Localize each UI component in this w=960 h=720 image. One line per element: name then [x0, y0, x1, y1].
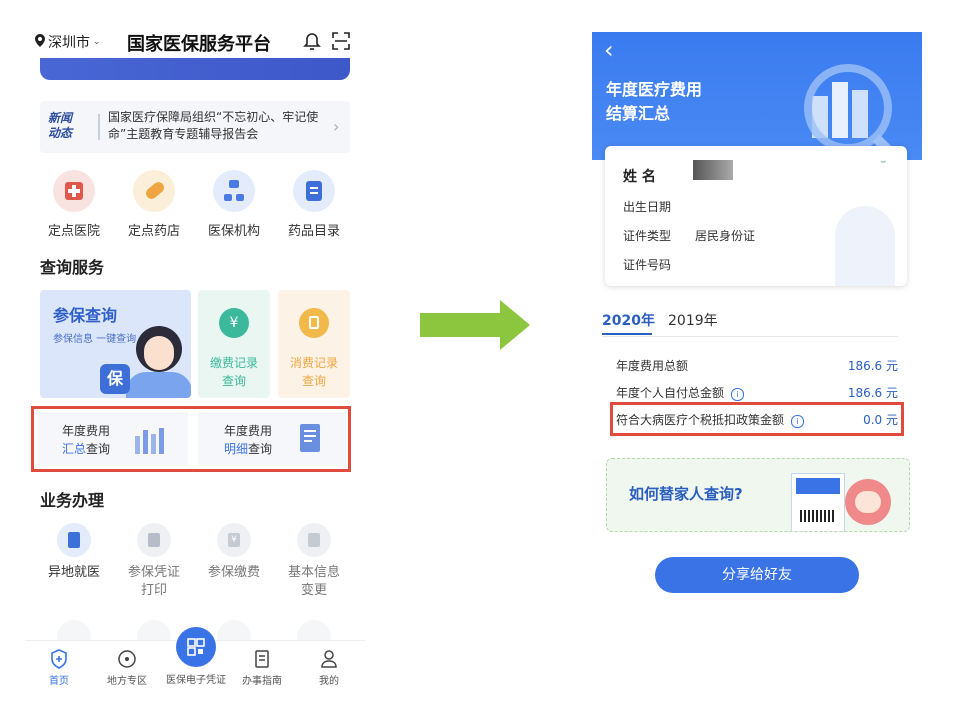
biz-section-title: 业务办理 — [40, 491, 105, 510]
bar-chart-icon — [132, 424, 166, 460]
chevron-right-icon: › — [333, 117, 340, 136]
compass-icon — [97, 649, 157, 672]
print-icon — [137, 523, 171, 557]
biz-label: 参保缴费 — [207, 565, 260, 580]
app-title: 国家医保服务平台 — [127, 34, 271, 55]
clipboard-icon — [296, 422, 324, 460]
summary-header: ‹ 年度医疗费用 结算汇总 — [592, 32, 922, 162]
yen-card-icon: ¥ — [217, 523, 251, 557]
document-icon — [293, 170, 335, 212]
id-type-value: 居民身份证 — [695, 229, 756, 243]
biz-label: 参保凭证 打印 — [127, 565, 180, 598]
quick-label: 定点药店 — [127, 224, 180, 239]
biz-label: 异地就医 — [47, 565, 100, 580]
annual-summary-card[interactable]: 年度费用 汇总查询 — [38, 412, 188, 466]
info-icon[interactable]: i — [730, 388, 744, 401]
bottom-tab-bar: 首页 地方专区 医保电子凭证 办事指南 我的 — [25, 627, 365, 692]
quick-item-pharmacy[interactable]: 定点药店 — [119, 170, 189, 239]
consume-records-label: 消费记录 查询 — [289, 356, 338, 388]
quick-item-agency[interactable]: 医保机构 — [199, 170, 269, 239]
scan-icon[interactable] — [332, 32, 352, 52]
bell-icon[interactable] — [303, 32, 323, 52]
news-divider — [98, 114, 100, 140]
home-shield-icon — [29, 649, 89, 672]
quick-label: 药品目录 — [287, 224, 340, 239]
qr-code-icon[interactable] — [176, 627, 216, 667]
avatar-face — [144, 336, 174, 370]
news-tag: 新闻 动态 — [48, 111, 73, 140]
tab-home[interactable]: 首页 — [29, 649, 89, 687]
back-arrow-icon[interactable]: ‹ — [604, 36, 614, 64]
avatar-body — [126, 372, 191, 398]
location-pin-icon — [35, 33, 45, 51]
family-query-banner[interactable]: 如何替家人查询? — [606, 458, 910, 532]
identity-card: 姓 名 ⌣ 出生日期 证件类型 居民身份证 证件号码 — [605, 146, 907, 286]
divider — [602, 336, 898, 337]
biz-item-offsite[interactable]: 异地就医 — [39, 523, 109, 582]
name-label: 姓 名 — [623, 169, 656, 185]
news-bar[interactable]: 新闻 动态 国家医疗保障局组织“不忘初心、牢记使命”主题教育专题辅导报告会 › — [40, 101, 350, 153]
biz-item-certificate[interactable]: 参保凭证 打印 — [119, 523, 189, 600]
id-type-label: 证件类型 — [623, 229, 672, 243]
user-icon — [299, 649, 359, 672]
biz-item-payment[interactable]: ¥ 参保缴费 — [199, 523, 269, 582]
top-banner[interactable] — [40, 58, 350, 80]
tab-mine[interactable]: 我的 — [299, 649, 359, 687]
eye-closed-icon[interactable]: ⌣ — [880, 156, 887, 167]
tab-local[interactable]: 地方专区 — [97, 649, 157, 687]
voucher-card-illustration — [791, 473, 845, 531]
query-section-title: 查询服务 — [40, 258, 105, 277]
quick-item-drug-list[interactable]: 药品目录 — [279, 170, 349, 239]
transition-arrow — [420, 300, 530, 354]
annual-detail-label: 年度费用 明细查询 — [224, 424, 273, 456]
insurance-query-card[interactable]: 参保查询 参保信息 一键查询 保 — [40, 290, 191, 398]
family-query-text: 如何替家人查询? — [629, 485, 743, 503]
fee-row-major-illness-deduction: 符合大病医疗个税抵扣政策金额 i 0.0 元 — [616, 413, 898, 428]
guide-doc-icon — [232, 649, 292, 672]
info-icon[interactable]: i — [790, 415, 804, 428]
share-button[interactable]: 分享给好友 — [655, 557, 859, 593]
receipt-icon — [299, 308, 329, 338]
birth-label: 出生日期 — [623, 200, 672, 214]
id-number-label: 证件号码 — [623, 258, 672, 272]
mascot-illustration — [845, 479, 891, 525]
quick-label: 定点医院 — [47, 224, 100, 239]
edit-doc-icon — [297, 523, 331, 557]
pill-icon — [133, 170, 175, 212]
name-redacted — [693, 160, 733, 180]
avatar-watermark — [835, 206, 895, 286]
news-headline: 国家医疗保障局组织“不忘初心、牢记使命”主题教育专题辅导报告会 — [108, 110, 319, 141]
shield-badge-icon: 保 — [100, 364, 130, 394]
annual-summary-label: 年度费用 汇总查询 — [62, 424, 111, 456]
id-card-icon — [57, 523, 91, 557]
fee-row-self-pay: 年度个人自付总金额 i 186.6 元 — [616, 386, 898, 401]
insurance-query-subtitle: 参保信息 一键查询 — [53, 334, 137, 345]
tab-year-2019[interactable]: 2019年 — [668, 310, 718, 330]
location-selector[interactable]: 深圳市 ⌄ — [35, 32, 101, 52]
quick-item-hospital[interactable]: 定点医院 — [39, 170, 109, 239]
fee-row-total: 年度费用总额 186.6 元 — [616, 359, 898, 373]
yen-icon: ¥ — [219, 308, 249, 338]
summary-title: 年度医疗费用 结算汇总 — [606, 80, 703, 123]
payment-records-label: 缴费记录 查询 — [209, 356, 258, 388]
right-phone-screen: ‹ 年度医疗费用 结算汇总 姓 名 ⌣ 出生日期 证件类型 居民身份证 证件号码 … — [592, 20, 930, 692]
hospital-icon — [53, 170, 95, 212]
tab-year-2020[interactable]: 2020年 — [602, 310, 655, 330]
payment-records-card[interactable]: ¥ 缴费记录 查询 — [198, 290, 270, 398]
location-label: 深圳市 — [48, 35, 90, 51]
quick-label: 医保机构 — [207, 224, 260, 239]
org-chart-icon — [213, 170, 255, 212]
biz-item-info-change[interactable]: 基本信息 变更 — [279, 523, 349, 600]
chevron-down-icon: ⌄ — [93, 37, 101, 47]
consume-records-card[interactable]: 消费记录 查询 — [278, 290, 350, 398]
tab-e-voucher[interactable]: 医保电子凭证 — [161, 671, 231, 686]
tab-guide[interactable]: 办事指南 — [232, 649, 292, 687]
year-tab-underline — [602, 333, 652, 335]
biz-label: 基本信息 变更 — [287, 565, 340, 598]
insurance-query-title: 参保查询 — [53, 306, 118, 325]
annual-detail-card[interactable]: 年度费用 明细查询 — [198, 412, 346, 466]
left-phone-screen: 深圳市 ⌄ 国家医保服务平台 新闻 动态 国家医疗保障局组织“不忘初心、牢记使命”… — [25, 20, 365, 692]
